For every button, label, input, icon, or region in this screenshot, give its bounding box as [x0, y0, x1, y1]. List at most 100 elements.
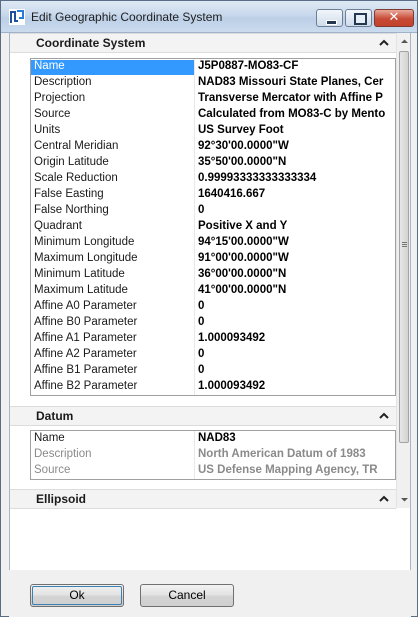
property-label: False Northing	[34, 204, 109, 216]
property-label: Quadrant	[34, 220, 82, 232]
vertical-scrollbar[interactable]	[396, 33, 410, 508]
section-title: Coordinate System	[36, 36, 146, 50]
property-row[interactable]: Central Meridian 92°30'00.0000"W	[31, 139, 395, 155]
property-row[interactable]: Name J5P0887-MO83-CF	[31, 59, 395, 75]
property-label: Projection	[34, 92, 86, 104]
section-header-ellipsoid[interactable]: Ellipsoid	[10, 489, 396, 509]
property-value[interactable]: 0	[198, 364, 395, 379]
property-value[interactable]: 1.000093492	[198, 380, 395, 395]
maximize-icon	[354, 13, 367, 25]
property-value[interactable]: NAD83	[198, 432, 395, 447]
property-value[interactable]: 0	[198, 300, 395, 315]
property-label: Affine A1 Parameter	[34, 332, 137, 344]
column-divider	[194, 139, 195, 155]
section-header-coordinate-system[interactable]: Coordinate System	[10, 33, 396, 53]
section-title: Ellipsoid	[36, 492, 87, 506]
column-divider	[194, 251, 195, 267]
collapse-icon[interactable]	[378, 37, 390, 49]
property-row[interactable]: Affine B0 Parameter 0	[31, 315, 395, 331]
property-value[interactable]: 0.99993333333333334	[198, 172, 395, 187]
property-value[interactable]: 0	[198, 204, 395, 219]
property-value[interactable]: Transverse Mercator with Affine P	[198, 92, 395, 107]
property-row[interactable]: Affine B1 Parameter 0	[31, 363, 395, 379]
properties-panel: Coordinate System Name J5P0887-MO83-CF Des…	[9, 33, 411, 570]
property-row[interactable]: Name NAD83	[31, 431, 395, 447]
property-row[interactable]: Affine B2 Parameter 1.000093492	[31, 379, 395, 395]
scroll-down-icon[interactable]	[400, 495, 409, 504]
property-value[interactable]: 92°30'00.0000"W	[198, 140, 395, 155]
property-value[interactable]: 41°00'00.0000"N	[198, 284, 395, 299]
property-label: Affine B2 Parameter	[34, 380, 138, 392]
property-row[interactable]: Minimum Longitude 94°15'00.0000"W	[31, 235, 395, 251]
property-label: Description	[34, 76, 92, 88]
property-row[interactable]: False Northing 0	[31, 203, 395, 219]
column-divider	[194, 107, 195, 123]
close-button[interactable]: ✕	[374, 9, 414, 27]
scroll-area[interactable]: Coordinate System Name J5P0887-MO83-CF Des…	[10, 33, 396, 509]
property-label: Description	[34, 448, 92, 460]
property-value[interactable]: 0	[198, 348, 395, 363]
property-row[interactable]: Source US Defense Mapping Agency, TR	[31, 463, 395, 479]
property-row[interactable]: Affine A1 Parameter 1.000093492	[31, 331, 395, 347]
property-value[interactable]: US Survey Foot	[198, 124, 395, 139]
column-divider	[194, 283, 195, 299]
section-header-datum[interactable]: Datum	[10, 406, 396, 426]
column-divider	[194, 91, 195, 107]
property-label: Source	[34, 464, 71, 476]
property-value[interactable]: 1640416.667	[198, 188, 395, 203]
title-bar[interactable]: Edit Geographic Coordinate System ✕	[1, 1, 417, 33]
column-divider	[194, 363, 195, 379]
property-label: Scale Reduction	[34, 172, 118, 184]
property-label: Central Meridian	[34, 140, 119, 152]
property-row[interactable]: Units US Survey Foot	[31, 123, 395, 139]
property-value[interactable]: 0	[198, 316, 395, 331]
property-value[interactable]: 35°50'00.0000"N	[198, 156, 395, 171]
property-row[interactable]: Affine A0 Parameter 0	[31, 299, 395, 315]
minimize-icon	[326, 20, 337, 25]
scroll-up-icon[interactable]	[400, 37, 409, 46]
property-row[interactable]: Projection Transverse Mercator with Affin…	[31, 91, 395, 107]
property-row[interactable]: Maximum Longitude 91°00'00.0000"W	[31, 251, 395, 267]
property-value[interactable]: J5P0887-MO83-CF	[198, 60, 395, 75]
property-row[interactable]: Origin Latitude 35°50'00.0000"N	[31, 155, 395, 171]
collapse-icon[interactable]	[378, 493, 390, 505]
property-value[interactable]: US Defense Mapping Agency, TR	[198, 464, 395, 479]
column-divider	[194, 299, 195, 315]
property-row[interactable]: Minimum Latitude 36°00'00.0000"N	[31, 267, 395, 283]
grip-icon	[402, 242, 407, 243]
property-value[interactable]: 91°00'00.0000"W	[198, 252, 395, 267]
property-value[interactable]: 36°00'00.0000"N	[198, 268, 395, 283]
cancel-button[interactable]: Cancel	[140, 584, 234, 607]
column-divider	[194, 171, 195, 187]
property-row[interactable]: Description NAD83 Missouri State Planes, …	[31, 75, 395, 91]
scrollbar-thumb[interactable]	[399, 51, 409, 443]
datum-grid: Name NAD83 Description North American Datum…	[30, 430, 396, 480]
property-label: False Easting	[34, 188, 104, 200]
ok-button[interactable]: Ok	[30, 584, 124, 607]
property-value[interactable]: 1.000093492	[198, 332, 395, 347]
section-title: Datum	[36, 409, 74, 423]
minimize-button[interactable]	[316, 9, 343, 27]
collapse-icon[interactable]	[378, 410, 390, 422]
property-value[interactable]: Positive X and Y	[198, 220, 395, 235]
property-row[interactable]: False Easting 1640416.667	[31, 187, 395, 203]
property-row[interactable]: Affine A2 Parameter 0	[31, 347, 395, 363]
property-label: Name	[31, 60, 194, 75]
column-divider	[194, 187, 195, 203]
column-divider	[194, 331, 195, 347]
property-row[interactable]: Quadrant Positive X and Y	[31, 219, 395, 235]
column-divider	[194, 59, 195, 75]
property-value[interactable]: North American Datum of 1983	[198, 448, 395, 463]
column-divider	[194, 431, 195, 447]
column-divider	[194, 315, 195, 331]
property-value[interactable]: NAD83 Missouri State Planes, Cer	[198, 76, 395, 91]
property-row[interactable]: Description North American Datum of 1983	[31, 447, 395, 463]
window-title: Edit Geographic Coordinate System	[31, 10, 223, 24]
column-divider	[194, 203, 195, 219]
property-row[interactable]: Scale Reduction 0.99993333333333334	[31, 171, 395, 187]
property-row[interactable]: Source Calculated from MO83-C by Mento	[31, 107, 395, 123]
property-value[interactable]: 94°15'00.0000"W	[198, 236, 395, 251]
maximize-button[interactable]	[345, 9, 372, 27]
property-value[interactable]: Calculated from MO83-C by Mento	[198, 108, 395, 123]
property-row[interactable]: Maximum Latitude 41°00'00.0000"N	[31, 283, 395, 299]
